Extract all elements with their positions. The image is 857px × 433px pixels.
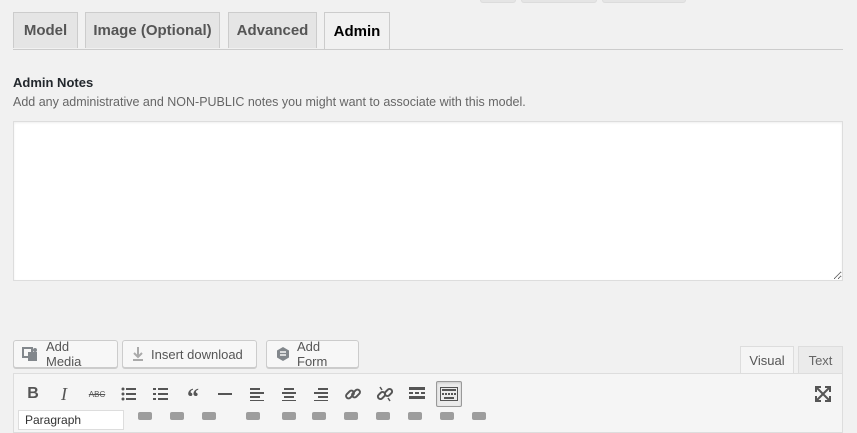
add-form-button[interactable]: Add Form [266,339,359,369]
align-left-button[interactable] [244,381,270,407]
top-button-edge [521,0,597,3]
italic-button[interactable]: I [51,381,77,407]
horizontal-line-icon [218,393,232,395]
insert-link-button[interactable] [340,381,366,407]
align-left-icon [250,388,264,401]
strikethrough-icon: ABC [88,389,106,399]
outdent-icon[interactable] [344,412,358,420]
bulleted-list-icon [121,387,136,401]
undo-icon[interactable] [408,412,422,420]
align-right-button[interactable] [308,381,334,407]
toolbar-toggle-button[interactable] [436,381,462,407]
numbered-list-icon [153,388,168,400]
tab-bar: Model Image (Optional) Advanced Admin [13,12,843,50]
tab-image-optional[interactable]: Image (Optional) [85,12,220,48]
text-color-icon[interactable] [202,412,216,420]
insert-download-button[interactable]: Insert download [122,340,257,368]
add-media-label: Add Media [46,339,82,369]
tab-visual[interactable]: Visual [740,346,794,374]
top-button-edge [602,0,686,3]
tab-admin[interactable]: Admin [324,12,390,49]
add-media-button[interactable]: Add Media [13,339,118,369]
italic-icon: I [61,383,67,404]
bulleted-list-button[interactable] [116,381,142,407]
remove-link-button[interactable] [372,381,398,407]
bold-icon: B [27,385,39,402]
form-icon [275,346,291,362]
help-icon[interactable] [472,412,486,420]
add-media-icon [22,346,40,362]
insert-download-label: Insert download [151,346,243,362]
special-character-icon[interactable] [312,412,326,420]
fullscreen-icon [815,386,831,402]
align-center-icon [282,388,296,401]
download-icon [131,346,145,362]
add-form-label: Add Form [297,339,328,369]
numbered-list-button[interactable] [148,381,174,407]
underline-icon[interactable] [138,412,152,420]
tab-text[interactable]: Text [798,346,843,374]
keyboard-icon [440,387,458,401]
blockquote-button[interactable]: “ [180,381,206,411]
redo-icon[interactable] [440,412,454,420]
read-more-icon [409,387,425,399]
read-more-button[interactable] [404,381,430,407]
justify-icon[interactable] [170,412,184,420]
unlink-icon [376,386,394,402]
align-right-icon [314,388,328,401]
align-center-button[interactable] [276,381,302,407]
admin-notes-description: Add any administrative and NON-PUBLIC no… [13,95,526,109]
paste-text-icon[interactable] [246,412,260,420]
tab-model[interactable]: Model [13,12,78,48]
tab-advanced[interactable]: Advanced [228,12,317,48]
link-icon [345,388,361,400]
horizontal-line-button[interactable] [212,381,238,407]
admin-notes-textarea[interactable] [13,121,843,281]
format-select[interactable]: Paragraph [18,410,124,430]
top-button-edge [480,0,516,3]
clear-formatting-icon[interactable] [282,412,296,420]
admin-notes-label: Admin Notes [13,75,94,90]
fullscreen-button[interactable] [810,381,836,407]
indent-icon[interactable] [376,412,390,420]
blockquote-icon: “ [187,385,199,411]
strikethrough-button[interactable]: ABC [84,381,110,407]
bold-button[interactable]: B [20,381,46,407]
